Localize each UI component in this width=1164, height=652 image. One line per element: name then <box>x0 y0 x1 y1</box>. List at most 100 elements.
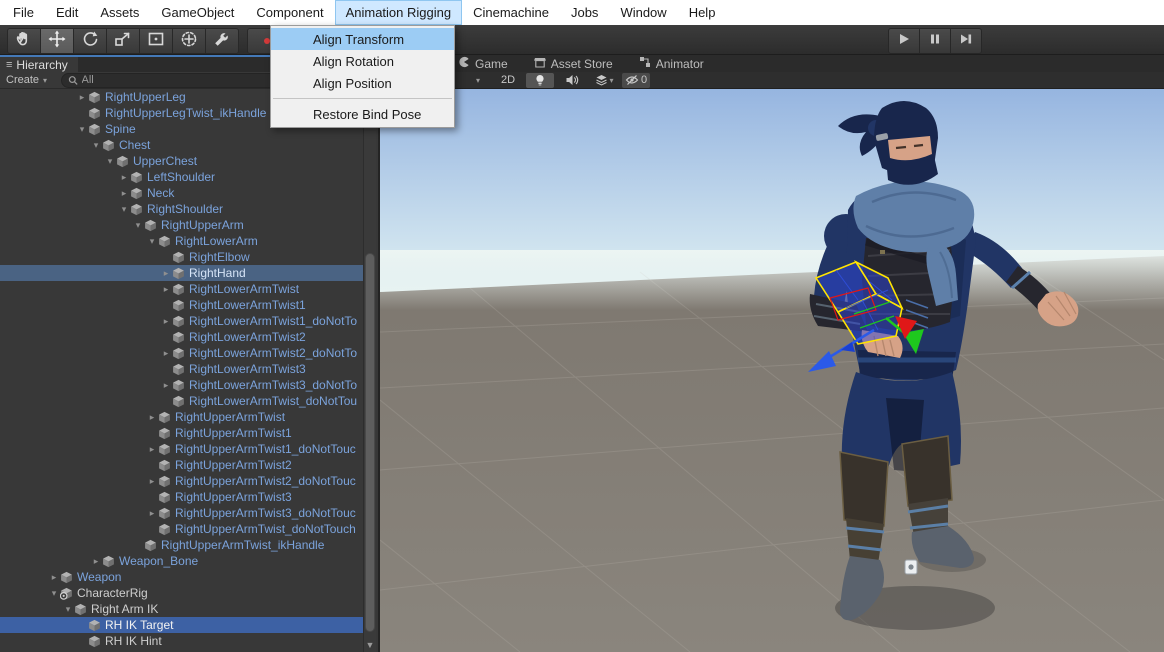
expand-arrow-icon[interactable]: ▸ <box>160 313 172 329</box>
tree-row-upperchest[interactable]: ▾ UpperChest <box>0 153 365 169</box>
audio-toggle-button[interactable] <box>558 73 586 88</box>
game-icon <box>458 56 470 71</box>
tree-row-rightupperarmtwist[interactable]: ▸ RightUpperArmTwist <box>0 409 365 425</box>
move-tool-button[interactable] <box>40 28 73 54</box>
menubar-item-edit[interactable]: Edit <box>45 0 89 25</box>
expand-arrow-icon[interactable]: ▾ <box>76 121 88 137</box>
expand-arrow-icon[interactable]: ▸ <box>146 473 158 489</box>
expand-arrow-icon[interactable]: ▸ <box>118 185 130 201</box>
rotate-tool-button[interactable] <box>73 28 106 54</box>
pause-button[interactable] <box>919 28 950 54</box>
tree-row-rightupperarm[interactable]: ▾ RightUpperArm <box>0 217 365 233</box>
scene-viewport[interactable] <box>380 89 1164 652</box>
tree-row-rightlowerarmtwist_donottou[interactable]: RightLowerArmTwist_doNotTou <box>0 393 365 409</box>
scrollbar-thumb[interactable] <box>365 253 375 632</box>
menubar-item-file[interactable]: File <box>2 0 45 25</box>
expand-arrow-icon[interactable]: ▾ <box>146 233 158 249</box>
transform-tool-button[interactable] <box>172 28 205 54</box>
tree-row-rightlowerarmtwist2[interactable]: RightLowerArmTwist2 <box>0 329 365 345</box>
tree-row-rightlowerarmtwist2_donotto[interactable]: ▸ RightLowerArmTwist2_doNotTo <box>0 345 365 361</box>
tree-row-rightshoulder[interactable]: ▾ RightShoulder <box>0 201 365 217</box>
tree-row-rightupperarmtwist1_donottouc[interactable]: ▸ RightUpperArmTwist1_doNotTouc <box>0 441 365 457</box>
tree-row-rightupperarmtwist2_donottouc[interactable]: ▸ RightUpperArmTwist2_doNotTouc <box>0 473 365 489</box>
tab-game[interactable]: Game <box>458 56 508 71</box>
tree-row-rightupperarmtwist3[interactable]: RightUpperArmTwist3 <box>0 489 365 505</box>
step-button[interactable] <box>950 28 982 54</box>
tree-row-rh-ik-hint[interactable]: RH IK Hint <box>0 633 365 649</box>
rect-tool-button[interactable] <box>139 28 172 54</box>
expand-arrow-icon[interactable]: ▸ <box>48 569 60 585</box>
menubar-item-gameobject[interactable]: GameObject <box>150 0 245 25</box>
search-icon <box>68 75 78 86</box>
tree-row-weapon[interactable]: ▸ Weapon <box>0 569 365 585</box>
menubar-item-help[interactable]: Help <box>678 0 727 25</box>
tree-row-rightupperarmtwist_ikhandle[interactable]: RightUpperArmTwist_ikHandle <box>0 537 365 553</box>
play-button[interactable] <box>888 28 919 54</box>
menubar-item-window[interactable]: Window <box>609 0 677 25</box>
tab-animator[interactable]: Animator <box>639 56 704 71</box>
tree-row-chest[interactable]: ▾ Chest <box>0 137 365 153</box>
expand-arrow-icon[interactable]: ▸ <box>146 505 158 521</box>
scene-visibility-button[interactable]: 0 <box>622 73 650 88</box>
create-button[interactable]: Create ▾ <box>0 74 53 86</box>
menubar-item-jobs[interactable]: Jobs <box>560 0 609 25</box>
expand-arrow-icon[interactable]: ▸ <box>90 553 102 569</box>
expand-arrow-icon[interactable]: ▸ <box>160 265 172 281</box>
scrollbar-down-arrow[interactable]: ▼ <box>364 640 376 650</box>
gameobject-cube-icon <box>130 171 145 184</box>
2d-toggle-button[interactable]: 2D <box>494 73 522 88</box>
expand-arrow-icon[interactable]: ▾ <box>132 217 144 233</box>
expand-arrow-icon[interactable]: ▾ <box>62 601 74 617</box>
hierarchy-scrollbar[interactable]: ▼ <box>363 89 376 652</box>
tree-row-rightlowerarmtwist[interactable]: ▸ RightLowerArmTwist <box>0 281 365 297</box>
expand-arrow-icon[interactable]: ▸ <box>160 377 172 393</box>
tree-row-weapon_bone[interactable]: ▸ Weapon_Bone <box>0 553 365 569</box>
expand-arrow-icon[interactable]: ▾ <box>104 153 116 169</box>
tree-row-rightlowerarmtwist1[interactable]: RightLowerArmTwist1 <box>0 297 365 313</box>
tree-row-rightupperarmtwist1[interactable]: RightUpperArmTwist1 <box>0 425 365 441</box>
tree-row-neck[interactable]: ▸ Neck <box>0 185 365 201</box>
tree-row-rightupperarmtwist_donottouch[interactable]: RightUpperArmTwist_doNotTouch <box>0 521 365 537</box>
tree-row-righthand[interactable]: ▸ RightHand <box>0 265 365 281</box>
expand-arrow-icon[interactable]: ▸ <box>146 441 158 457</box>
gameobject-cube-icon <box>158 507 173 520</box>
tab-hierarchy[interactable]: ≡ Hierarchy <box>0 57 78 74</box>
tree-row-rightupperarmtwist2[interactable]: RightUpperArmTwist2 <box>0 457 365 473</box>
tree-row-characterrig[interactable]: ▾ CharacterRig <box>0 585 365 601</box>
menubar-item-cinemachine[interactable]: Cinemachine <box>462 0 560 25</box>
menubar-item-label: GameObject <box>161 5 234 20</box>
expand-arrow-icon[interactable]: ▾ <box>48 585 60 601</box>
expand-arrow-icon[interactable]: ▸ <box>146 409 158 425</box>
lighting-toggle-button[interactable] <box>526 73 554 88</box>
tree-row-rightlowerarmtwist1_donotto[interactable]: ▸ RightLowerArmTwist1_doNotTo <box>0 313 365 329</box>
tree-row-rightupperarmtwist3_donottouc[interactable]: ▸ RightUpperArmTwist3_doNotTouc <box>0 505 365 521</box>
tab-asset-store[interactable]: Asset Store <box>534 56 613 71</box>
menu-item-align-rotation[interactable]: Align Rotation <box>271 50 454 72</box>
menu-item-align-position[interactable]: Align Position <box>271 72 454 94</box>
menubar-item-assets[interactable]: Assets <box>89 0 150 25</box>
tree-row-leftshoulder[interactable]: ▸ LeftShoulder <box>0 169 365 185</box>
custom-tool-button[interactable] <box>205 28 239 54</box>
expand-arrow-icon[interactable]: ▸ <box>160 345 172 361</box>
pan-tool-button[interactable] <box>7 28 40 54</box>
menu-item-restore-bind-pose[interactable]: Restore Bind Pose <box>271 103 454 125</box>
tree-row-rightlowerarmtwist3_donotto[interactable]: ▸ RightLowerArmTwist3_doNotTo <box>0 377 365 393</box>
tree-row-rightelbow[interactable]: RightElbow <box>0 249 365 265</box>
expand-arrow-icon[interactable]: ▸ <box>76 89 88 105</box>
menu-item-label: Align Rotation <box>313 54 394 69</box>
expand-arrow-icon[interactable]: ▾ <box>118 201 130 217</box>
tree-row-rightlowerarm[interactable]: ▾ RightLowerArm <box>0 233 365 249</box>
expand-arrow-icon[interactable]: ▸ <box>160 281 172 297</box>
expand-arrow-icon[interactable]: ▸ <box>118 169 130 185</box>
menu-item-align-transform[interactable]: Align Transform <box>271 28 454 50</box>
scale-tool-button[interactable] <box>106 28 139 54</box>
menubar-item-component[interactable]: Component <box>245 0 334 25</box>
menubar-item-animation-rigging[interactable]: Animation Rigging <box>335 0 463 25</box>
expand-arrow-icon[interactable]: ▾ <box>90 137 102 153</box>
tree-row-rightlowerarmtwist3[interactable]: RightLowerArmTwist3 <box>0 361 365 377</box>
effects-toggle-button[interactable]: ▾ <box>590 73 618 88</box>
tree-row-right-arm-ik[interactable]: ▾ Right Arm IK <box>0 601 365 617</box>
scene-gizmo-billboard-icon[interactable] <box>905 560 917 574</box>
chevron-down-icon[interactable]: ▾ <box>476 76 480 85</box>
tree-row-rh-ik-target[interactable]: RH IK Target <box>0 617 365 633</box>
